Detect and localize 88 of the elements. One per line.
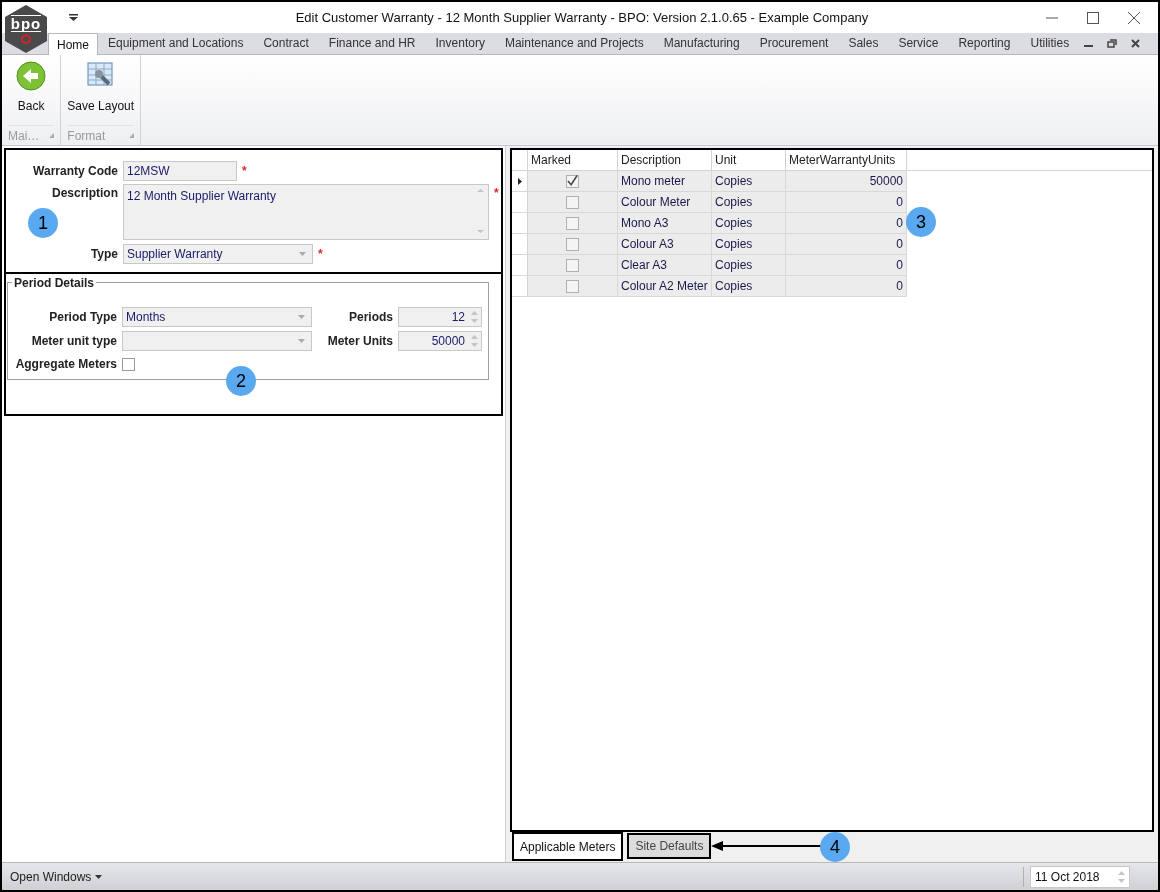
table-cell: Copies [712,213,786,233]
callout-marker: 2 [226,366,256,396]
callout-marker: 4 [820,832,850,862]
table-cell: Mono meter [618,171,712,191]
ribbon-tab[interactable]: Reporting [948,32,1021,54]
table-cell: 50000 [786,171,907,191]
scroll-arrows-icon [477,187,484,235]
input-field[interactable]: 12MSW [123,161,237,181]
window-title: Edit Customer Warranty - 12 Month Supplier Warranty - BPO: Version 2.1.0.65 - Example Company [294,8,870,27]
table-cell: 0 [786,255,907,275]
field-label: Aggregate Meters [14,356,117,373]
quick-access-caret-icon[interactable] [69,14,78,21]
caret-icon [298,339,305,343]
date-field[interactable]: 11 Oct 2018 [1030,865,1130,888]
caret-icon [95,874,103,879]
checkbox[interactable] [566,216,579,230]
table-cell: Copies [712,255,786,275]
field-label: Meter Units [326,333,393,350]
checkbox[interactable] [122,357,135,371]
checkbox[interactable] [566,174,579,188]
ribbon-tab[interactable]: Home [48,33,98,55]
table-cell: Copies [712,171,786,191]
field-label: Period Type [48,309,117,326]
table-cell: Mono A3 [618,213,712,233]
field-label: Type [89,246,118,263]
table-cell: Copies [712,192,786,212]
tab[interactable]: Site Defaults [627,833,712,859]
tab[interactable]: Applicable Meters [512,832,624,861]
ribbon-tab[interactable]: Equipment and Locations [98,32,254,54]
callout-marker: 3 [906,207,936,237]
number-field[interactable]: 12 [398,307,482,327]
caret-icon [299,252,306,256]
close-icon[interactable] [1128,11,1140,24]
number-field[interactable]: 50000 [398,331,482,351]
ribbon-tab[interactable]: Finance and HR [318,32,426,54]
column-header[interactable]: Marked [528,150,618,170]
ribbon-tab[interactable]: Maintenance and Projects [494,32,654,54]
callout-marker: 1 [28,208,58,238]
mdi-restore-icon[interactable] [1107,38,1117,48]
field-label: Meter unit type [30,333,117,350]
table-cell: 0 [786,276,907,296]
table-cell: Clear A3 [618,255,712,275]
required-mark: * [318,246,323,263]
ribbon-tab[interactable]: Manufacturing [653,32,750,54]
ribbon-tab[interactable]: Service [888,32,949,54]
group-caption: Format [67,127,106,145]
row-indicator-icon [517,177,522,185]
checkbox[interactable] [566,258,579,272]
spin-arrows-icon [471,334,478,348]
table-cell: Colour Meter [618,192,712,212]
back-button[interactable]: Back [14,61,49,115]
checkbox[interactable] [566,279,579,293]
dropdown-field[interactable]: Supplier Warranty [123,244,313,264]
text-area[interactable]: 12 Month Supplier Warranty [123,184,489,240]
mdi-close-icon[interactable] [1131,38,1140,48]
ribbon-tab[interactable]: Contract [253,32,319,54]
save-layout-button[interactable]: Save Layout [65,61,137,115]
column-header[interactable]: Description [618,150,712,170]
table-cell: 0 [786,234,907,254]
table-cell: 0 [786,213,907,233]
ribbon-tab[interactable]: Utilities [1020,32,1080,54]
column-header[interactable]: Unit [712,150,786,170]
field-label: Warranty Code [32,163,118,180]
field-label: Periods [348,309,393,326]
table-cell: Copies [712,234,786,254]
table-cell: Colour A3 [618,234,712,254]
maximize-icon[interactable] [1087,11,1099,24]
dialog-launcher-icon[interactable] [129,133,135,138]
dropdown-field[interactable]: Months [122,307,312,327]
checkbox[interactable] [566,195,579,209]
table-cell: Copies [712,276,786,296]
checkbox[interactable] [566,237,579,251]
ribbon-tab[interactable]: Sales [838,32,889,54]
column-header[interactable]: MeterWarrantyUnits [786,150,907,170]
field-label: Description [51,185,118,202]
spin-arrows-icon [1118,869,1125,884]
ribbon-tab[interactable]: Procurement [749,32,839,54]
dialog-launcher-icon[interactable] [49,133,55,138]
required-mark: * [494,185,499,202]
open-windows-button[interactable]: Open Windows [10,867,103,886]
caret-icon [298,315,305,319]
spin-arrows-icon [471,310,478,324]
ribbon-tab[interactable]: Inventory [425,32,495,54]
table-cell: Colour A2 Meter [618,276,712,296]
required-mark: * [242,163,247,180]
group-caption: Mai… [8,127,40,145]
table-cell: 0 [786,192,907,212]
dropdown-field[interactable] [122,331,312,351]
